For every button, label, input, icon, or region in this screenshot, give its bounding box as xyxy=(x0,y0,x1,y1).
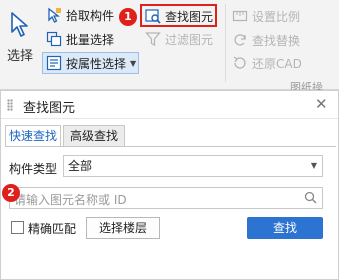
filter-icon xyxy=(145,31,161,47)
chevron-down-icon: ▼ xyxy=(130,58,137,68)
tab-advanced-find[interactable]: 高级查找 xyxy=(63,125,125,147)
attribute-select-icon xyxy=(46,55,62,71)
component-type-select[interactable]: 全部 ▼ xyxy=(63,155,323,177)
ribbon-separator xyxy=(225,4,226,82)
ribbon-toolbar: 选择 拾取构件 批量选择 按属性选择 ▼ 1 查找图元 过滤图元 设置比例 查找… xyxy=(0,0,339,94)
find-button[interactable]: 查找 xyxy=(247,217,323,239)
batch-select-button[interactable]: 批量选择 xyxy=(46,29,114,49)
exact-match-checkbox[interactable] xyxy=(11,221,24,234)
restore-cad-icon xyxy=(232,55,248,71)
find-replace-button[interactable]: 查找替换 xyxy=(232,30,300,50)
tab-quick-find[interactable]: 快速查找 xyxy=(5,125,61,147)
select-by-attribute-content[interactable]: 按属性选择 ▼ xyxy=(46,53,136,73)
select-floor-button[interactable]: 选择楼层 xyxy=(86,217,160,239)
chevron-down-icon: ▼ xyxy=(310,161,317,170)
find-element-label: 查找图元 xyxy=(165,9,214,24)
set-ratio-icon xyxy=(232,8,248,24)
select-tool-button[interactable]: 选择 xyxy=(0,0,38,88)
batch-select-label: 批量选择 xyxy=(66,32,115,47)
find-element-panel: 查找图元 ✕ 快速查找 高级查找 构件类型 全部 ▼ 请输入图元名称或 ID 2… xyxy=(0,90,339,280)
exact-match-label[interactable]: 精确匹配 xyxy=(28,220,76,237)
filter-element-label: 过滤图元 xyxy=(165,32,214,47)
find-element-button[interactable]: 查找图元 xyxy=(145,6,213,26)
restore-cad-button[interactable]: 还原CAD xyxy=(232,53,302,73)
find-replace-label: 查找替换 xyxy=(252,33,301,48)
select-by-attribute-label: 按属性选择 xyxy=(66,56,127,71)
cursor-icon xyxy=(10,12,28,41)
search-icon[interactable] xyxy=(304,191,317,207)
pick-component-button[interactable]: 拾取构件 xyxy=(46,5,114,25)
close-icon[interactable]: ✕ xyxy=(315,96,328,112)
annotation-badge-1: 1 xyxy=(119,8,137,26)
search-placeholder: 请输入图元名称或 ID xyxy=(14,193,127,207)
pick-icon xyxy=(46,7,62,23)
restore-cad-label: 还原CAD xyxy=(252,56,302,71)
set-ratio-label: 设置比例 xyxy=(252,9,301,24)
component-type-value: 全部 xyxy=(68,159,93,173)
batch-select-icon xyxy=(46,31,62,47)
component-type-label: 构件类型 xyxy=(9,162,58,176)
select-tool-label: 选择 xyxy=(7,49,34,64)
search-input[interactable]: 请输入图元名称或 ID xyxy=(9,187,323,209)
panel-title: 查找图元 xyxy=(23,101,76,116)
tab-divider xyxy=(5,146,336,147)
filter-element-button[interactable]: 过滤图元 xyxy=(145,29,213,49)
pick-component-label: 拾取构件 xyxy=(66,8,115,23)
panel-header: 查找图元 ✕ xyxy=(1,91,338,119)
set-ratio-button[interactable]: 设置比例 xyxy=(232,6,300,26)
annotation-badge-2: 2 xyxy=(2,184,20,202)
find-replace-icon xyxy=(232,32,248,48)
find-element-icon xyxy=(145,8,161,24)
drag-grip-icon[interactable] xyxy=(7,99,13,111)
